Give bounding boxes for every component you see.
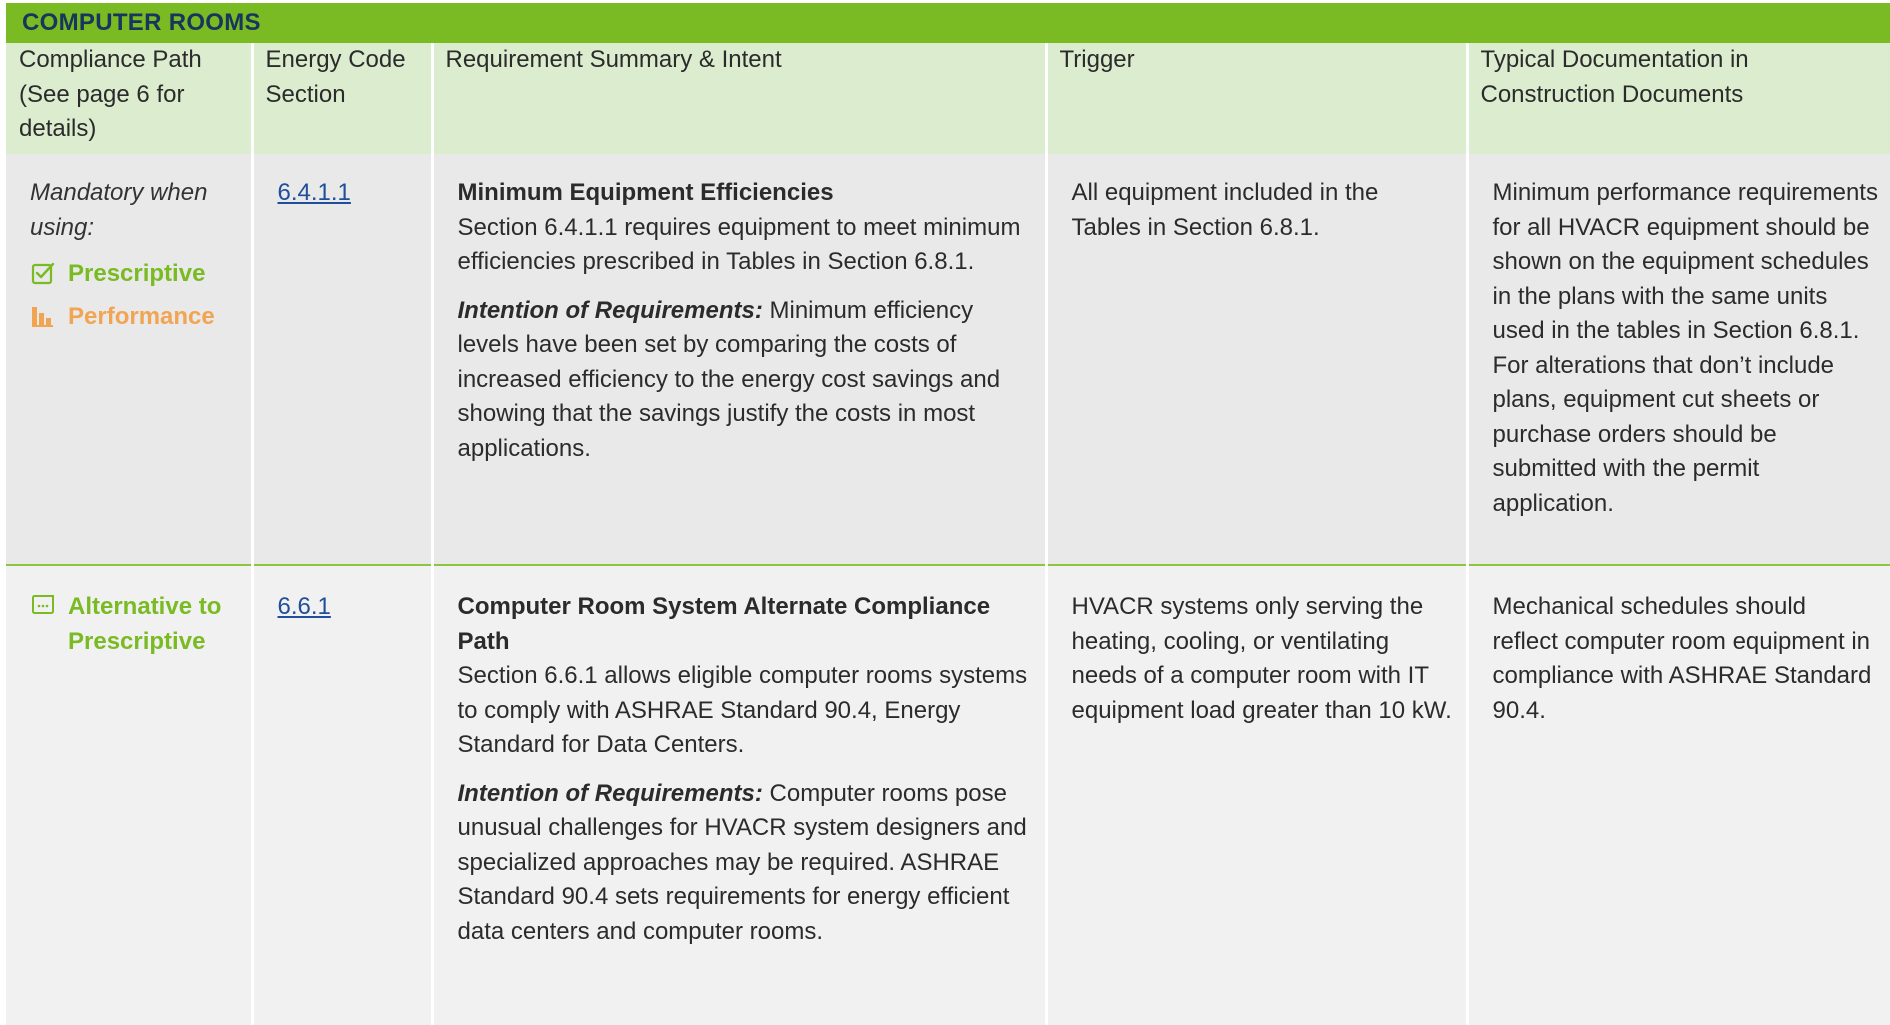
header-trigger: Trigger: [1046, 43, 1469, 154]
checkbox-icon: [30, 260, 58, 288]
requirement-cell: Minimum Equipment Efficiencies Section 6…: [432, 154, 1048, 565]
document-icon: [30, 593, 58, 621]
intent-label: Intention of Requirements:: [457, 779, 763, 807]
section-link-6-6-1[interactable]: 6.6.1: [278, 593, 331, 620]
header-energy-code-section: Energy Code Section: [252, 43, 434, 154]
path-prescriptive: Prescriptive: [30, 257, 239, 292]
requirement-intent: Intention of Requirements: Minimum effic…: [458, 294, 1033, 467]
requirement-cell: Computer Room System Alternate Complianc…: [432, 564, 1048, 1025]
table-row: Alternative to Prescriptive 6.6.1 Comput…: [6, 564, 1890, 1025]
path-alternative: Alternative to Prescriptive: [30, 590, 239, 659]
energy-code-cell: 6.6.1: [252, 564, 434, 1025]
documentation-cell: Minimum performance requirements for all…: [1467, 154, 1890, 565]
intent-label: Intention of Requirements:: [457, 296, 763, 324]
bar-chart-icon: [30, 303, 58, 331]
requirement-intent: Intention of Requirements: Computer room…: [458, 777, 1033, 950]
header-compliance-path: Compliance Path (See page 6 for details): [6, 43, 254, 154]
requirement-summary: Section 6.6.1 allows eligible computer r…: [457, 662, 1028, 758]
section-title: COMPUTER ROOMS: [22, 9, 261, 36]
header-documentation: Typical Documentation in Construction Do…: [1467, 43, 1890, 154]
documentation-cell: Mechanical schedules should reflect comp…: [1467, 564, 1890, 1025]
section-link-6-4-1-1[interactable]: 6.4.1.1: [278, 179, 351, 206]
path-performance: Performance: [30, 300, 239, 335]
path-prescriptive-label: Prescriptive: [68, 260, 206, 287]
requirement-summary: Section 6.4.1.1 requires equipment to me…: [457, 213, 1021, 276]
requirements-table: Compliance Path (See page 6 for details)…: [6, 43, 1890, 1025]
section-title-bar: COMPUTER ROOMS: [6, 3, 1890, 43]
trigger-cell: All equipment included in the Tables in …: [1046, 154, 1469, 565]
mandatory-label: Mandatory when using:: [30, 179, 208, 241]
compliance-path-cell: Mandatory when using: Prescriptive Perfo…: [6, 154, 254, 565]
compliance-path-cell: Alternative to Prescriptive: [6, 564, 254, 1025]
path-performance-label: Performance: [68, 302, 215, 330]
trigger-cell: HVACR systems only serving the heating, …: [1046, 564, 1469, 1025]
table-row: Mandatory when using: Prescriptive Perfo…: [6, 154, 1890, 565]
path-alternative-label: Alternative to Prescriptive: [68, 593, 222, 655]
requirement-title: Computer Room System Alternate Complianc…: [457, 593, 991, 655]
table-header-row: Compliance Path (See page 6 for details)…: [6, 43, 1890, 154]
requirement-title: Minimum Equipment Efficiencies: [457, 179, 834, 206]
page: COMPUTER ROOMS Compliance Path (See page…: [0, 0, 1890, 1025]
energy-code-cell: 6.4.1.1: [252, 154, 434, 565]
header-requirement: Requirement Summary & Intent: [432, 43, 1048, 154]
